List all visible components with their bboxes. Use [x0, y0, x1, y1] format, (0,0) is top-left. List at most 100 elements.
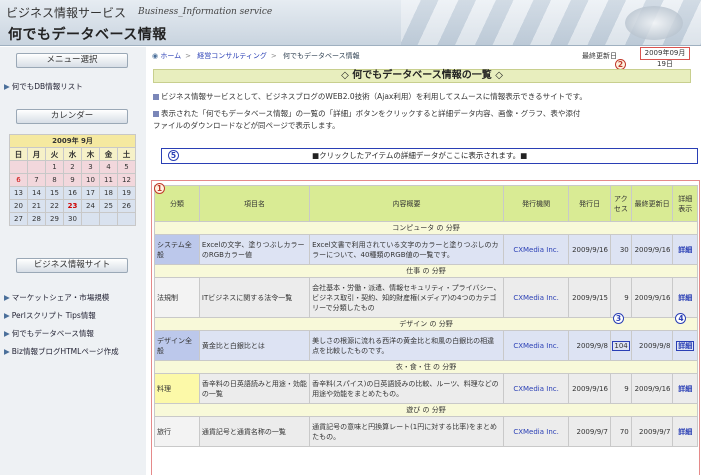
- updated-cell: 2009/9/16: [630, 234, 674, 265]
- item-cell: 香辛料の日英語読みと用途・効能の一覧: [198, 373, 311, 404]
- group-cell: システム全般: [154, 234, 200, 265]
- detail-button[interactable]: 詳細: [672, 234, 698, 265]
- site-link-label: Biz情報ブログHTMLページ作成: [11, 347, 119, 356]
- data-table-frame: 1 分類 項目名 内容概要 発行機関 発行日 アクセス 最終更新日 詳細表示 コ…: [151, 180, 700, 475]
- calendar-heading: カレンダー: [16, 109, 128, 124]
- square-bullet-icon: [153, 94, 159, 100]
- description-text-2a: 表示された「何でもデータベース情報」の一覧の「詳細」ボタンをクリックすると詳細デ…: [161, 109, 581, 118]
- calendar-day[interactable]: 4: [99, 160, 118, 174]
- column-header: 発行日: [568, 185, 611, 222]
- updated-cell: 2009/9/16: [630, 277, 674, 318]
- calendar-day[interactable]: 11: [99, 173, 118, 187]
- access-cell: 30: [609, 234, 632, 265]
- calendar-day[interactable]: 16: [63, 186, 82, 200]
- breadcrumb-home[interactable]: ホーム: [160, 52, 181, 60]
- marker-5: 5: [168, 150, 179, 161]
- calendar-day[interactable]: 24: [81, 199, 100, 213]
- page-title: 何でもデータベース情報: [8, 27, 167, 43]
- item-cell: Excelの文字、塗りつぶしカラーのRGBカラー値: [198, 234, 311, 265]
- detail-display-area: 5 ■クリックしたアイテムの詳細データがここに表示されます。■: [161, 148, 698, 164]
- calendar-day[interactable]: 3: [81, 160, 100, 174]
- category-label: 衣・食・住 の 分野: [154, 360, 698, 374]
- date-cell: 2009/9/7: [568, 416, 611, 447]
- column-header: 内容概要: [309, 185, 504, 222]
- description-text-1: ビジネス情報サービスとして、ビジネスブログのWEB2.0技術（Ajax利用）を利…: [161, 92, 587, 101]
- calendar-day[interactable]: 2: [63, 160, 82, 174]
- calendar-day[interactable]: 27: [9, 212, 28, 226]
- calendar-day[interactable]: 5: [117, 160, 136, 174]
- calendar-day[interactable]: 15: [45, 186, 64, 200]
- site-link-market-share[interactable]: ▶ マーケットシェア・市場規模: [4, 292, 109, 303]
- publisher-link[interactable]: CXMedia Inc.: [502, 416, 570, 447]
- bullet-icon: ▶: [4, 347, 10, 356]
- home-icon: ◉: [152, 52, 159, 60]
- site-title[interactable]: ビジネス情報サービス: [6, 4, 126, 21]
- calendar-day[interactable]: 10: [81, 173, 100, 187]
- category-row: 仕事 の 分野: [154, 264, 698, 278]
- summary-cell: Excel文書で利用されている文字のカラーと塗りつぶしのカラーについて、40種類…: [309, 234, 504, 265]
- calendar-day[interactable]: 1: [45, 160, 64, 174]
- updated-label: 最終更新日: [582, 52, 617, 60]
- calendar-day[interactable]: 12: [117, 173, 136, 187]
- calendar-day[interactable]: 14: [27, 186, 46, 200]
- access-cell: 70: [609, 416, 632, 447]
- breadcrumb-consulting[interactable]: 経営コンサルティング: [197, 52, 267, 60]
- calendar-day[interactable]: 26: [117, 199, 136, 213]
- calendar-day[interactable]: 28: [27, 212, 46, 226]
- calendar-day[interactable]: 20: [9, 199, 28, 213]
- item-cell: 黄金比と白銀比とは: [198, 330, 311, 361]
- table-row: システム全般 Excelの文字、塗りつぶしカラーのRGBカラー値 Excel文書…: [154, 234, 698, 265]
- calendar-day[interactable]: 30: [63, 212, 82, 226]
- breadcrumb-separator: >: [185, 52, 192, 60]
- detail-button[interactable]: 詳細: [672, 277, 698, 318]
- description: ビジネス情報サービスとして、ビジネスブログのWEB2.0技術（Ajax利用）を利…: [153, 91, 693, 132]
- calendar-day: [117, 212, 136, 226]
- calendar-day[interactable]: 9: [63, 173, 82, 187]
- square-bullet-icon: [153, 111, 159, 117]
- detail-button-cell: 4 詳細: [672, 313, 698, 361]
- calendar-day[interactable]: 22: [45, 199, 64, 213]
- detail-button[interactable]: 詳細: [672, 416, 698, 447]
- category-row: 衣・食・住 の 分野: [154, 360, 698, 374]
- calendar-day[interactable]: 13: [9, 186, 28, 200]
- summary-cell: 美しさの根源に流れる西洋の黄金比と和風の白銀比の相違点を比較したものです。: [309, 330, 504, 361]
- summary-cell: 通貨記号の意味と円換算レート(1円に対する比率)をまとめたもの。: [309, 416, 504, 447]
- date-cell: 2009/9/16: [568, 234, 611, 265]
- calendar-day[interactable]: 21: [27, 199, 46, 213]
- calendar-day[interactable]: 29: [45, 212, 64, 226]
- calendar-day[interactable]: 8: [45, 173, 64, 187]
- table-row: 旅行 通貨記号と通貨名称の一覧 通貨記号の意味と円換算レート(1円に対する比率)…: [154, 416, 698, 447]
- publisher-link[interactable]: CXMedia Inc.: [502, 330, 570, 361]
- updated-date: 2009年09月19日: [640, 47, 690, 68]
- calendar-day[interactable]: 7: [27, 173, 46, 187]
- category-label: 仕事 の 分野: [154, 264, 698, 278]
- calendar-day[interactable]: 25: [99, 199, 118, 213]
- menu-link-db-list[interactable]: ▶ 何でもDB情報リスト: [4, 81, 83, 92]
- site-link-database[interactable]: ▶ 何でもデータベース情報: [4, 328, 94, 339]
- table-row: 料理 香辛料の日英語読みと用途・効能の一覧 香辛料(スパイス)の日英語読みの比較…: [154, 373, 698, 404]
- category-row: コンピュータ の 分野: [154, 221, 698, 235]
- site-link-blog-html[interactable]: ▶ Biz情報ブログHTMLページ作成: [4, 346, 119, 357]
- detail-button[interactable]: 詳細: [672, 373, 698, 404]
- detail-button[interactable]: 詳細: [676, 340, 695, 351]
- calendar-day[interactable]: 17: [81, 186, 100, 200]
- list-banner: ◇ 何でもデータベース情報の一覧 ◇: [153, 69, 691, 83]
- calendar-day[interactable]: 18: [99, 186, 118, 200]
- calendar-day: [99, 212, 118, 226]
- calendar-dow: 月: [27, 147, 46, 161]
- publisher-link[interactable]: CXMedia Inc.: [502, 373, 570, 404]
- site-link-perl-tips[interactable]: ▶ Perlスクリプト Tips情報: [4, 310, 96, 321]
- column-header: 最終更新日: [630, 185, 674, 222]
- column-header: 項目名: [198, 185, 311, 222]
- publisher-link[interactable]: CXMedia Inc.: [502, 234, 570, 265]
- description-line: ビジネス情報サービスとして、ビジネスブログのWEB2.0技術（Ajax利用）を利…: [153, 91, 693, 103]
- calendar-day[interactable]: 19: [117, 186, 136, 200]
- calendar-day-today[interactable]: 23: [63, 199, 82, 213]
- updated-cell: 2009/9/16: [630, 373, 674, 404]
- access-cell: 9: [609, 373, 632, 404]
- calendar-day[interactable]: 6: [9, 173, 28, 187]
- column-header: 発行機関: [502, 185, 570, 222]
- item-cell: ITビジネスに関する法令一覧: [198, 277, 311, 318]
- site-link-label: Perlスクリプト Tips情報: [11, 311, 96, 320]
- publisher-link[interactable]: CXMedia Inc.: [502, 277, 570, 318]
